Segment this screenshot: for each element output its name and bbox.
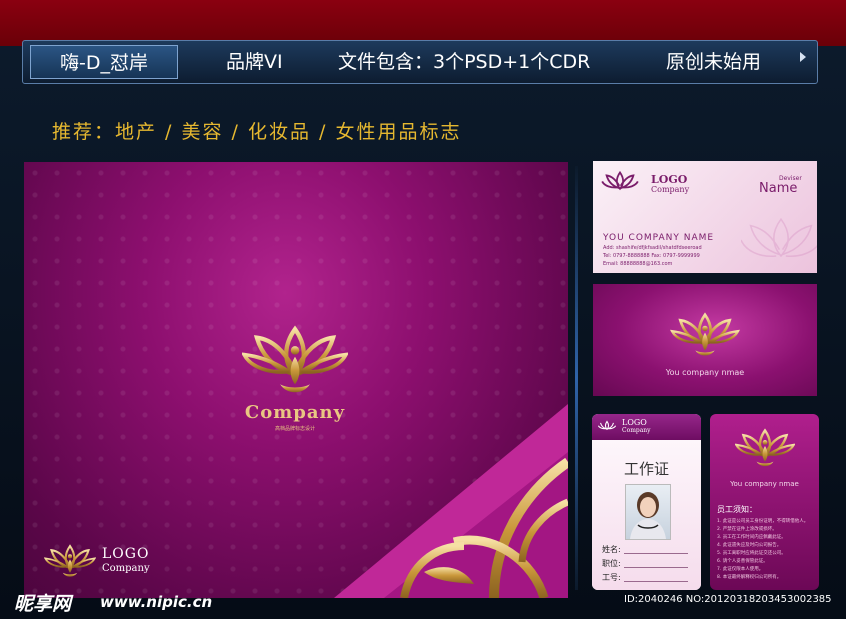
nipic-url-watermark[interactable]: www.nipic.cn <box>100 593 212 611</box>
employee-notice-heading: 员工须知： <box>717 505 757 514</box>
recommend-heading: 推荐：地产 / 美容 / 化妆品 / 女性用品标志 <box>52 121 462 143</box>
chevron-right-icon[interactable] <box>800 52 806 62</box>
id-name-label: 姓名: <box>602 545 621 554</box>
card-company-label: Company <box>651 185 690 194</box>
lotus-small-logo-icon <box>44 545 96 578</box>
id-card-logo-title: LOGO <box>622 418 647 427</box>
employee-id-card-back[interactable]: You company nmae 员工须知： 1. 此证是公司员工身份证明，不得… <box>710 414 819 590</box>
notice-rule: 8. 本证最终解释权归公司所有。 <box>717 575 782 580</box>
person-portrait-icon <box>630 492 666 539</box>
nipic-logo-watermark: 昵享网 <box>14 593 72 615</box>
logo-title: LOGO <box>102 546 150 562</box>
id-back-company-name: You company nmae <box>730 480 799 488</box>
card-back-company-name: You company nmae <box>665 368 745 377</box>
lotus-logo-icon <box>601 171 639 191</box>
company-tagline: 高档品牌标志设计 <box>274 426 315 432</box>
employee-photo <box>625 484 671 540</box>
id-number-line <box>624 581 688 582</box>
topbar-item-file-contents[interactable]: 文件包含：3个PSD+1个CDR <box>338 45 590 79</box>
id-number-label: 工号: <box>602 573 621 582</box>
logo-subtitle: Company <box>102 563 150 574</box>
notice-rule: 3. 员工在工作时间内应佩戴此证。 <box>717 535 786 540</box>
lotus-logo-icon <box>598 420 616 431</box>
id-position-line <box>624 567 688 568</box>
lotus-logo-icon <box>670 313 740 357</box>
card-phone-fax: Tel: 0797-8888888 Fax: 0797-9999999 <box>603 253 700 259</box>
card-company-name: YOU COMPANY NAME <box>603 233 715 243</box>
business-card-front[interactable]: LOGO Company Deviser Name YOU COMPANY NA… <box>593 161 817 273</box>
notice-rule: 2. 严禁在证件上涂改或损坏。 <box>717 527 777 532</box>
employee-id-card-front[interactable]: LOGO Company 工作证 姓名: 职位: 工号: <box>592 414 701 590</box>
business-card-back[interactable]: You company nmae <box>593 284 817 396</box>
topbar-item-brand-vi[interactable]: 品牌VI <box>226 45 283 79</box>
id-card-title: 工作证 <box>623 460 669 478</box>
lotus-logo-icon <box>242 322 348 402</box>
card-name-label: Name <box>759 181 798 196</box>
notice-rule: 7. 此证仅限本人使用。 <box>717 567 764 572</box>
notice-rule: 5. 员工离职时应将此证交还公司。 <box>717 551 786 556</box>
notice-rule: 1. 此证是公司员工身份证明，不得转借他人。 <box>717 519 809 524</box>
card-email: Email: 88888888@163.com <box>603 261 673 267</box>
lotus-logo-icon <box>735 429 795 468</box>
card-address: Add: shashife/dfjkfsadil/shatdfdseeroad <box>603 245 702 251</box>
notice-rule: 6. 请个人妥善保管此证。 <box>717 559 768 564</box>
id-position-label: 职位: <box>602 559 621 568</box>
id-card-company: Company <box>622 427 651 434</box>
main-cover-panel: Company 高档品牌标志设计 LOGO Company <box>24 162 568 598</box>
image-id-watermark: ID:2040246 NO:20120318203453002385 <box>624 594 832 605</box>
notice-rule: 4. 此证遗失应及时向公司报告。 <box>717 543 782 548</box>
vertical-divider <box>575 166 578 590</box>
company-wordmark: Company <box>244 402 346 423</box>
topbar-item-original[interactable]: 原创未始用 <box>666 45 761 79</box>
brand-name-badge[interactable]: 嗨-D_怼岸 <box>30 45 178 79</box>
id-name-line <box>624 553 688 554</box>
lotus-watermark-icon <box>741 217 817 258</box>
